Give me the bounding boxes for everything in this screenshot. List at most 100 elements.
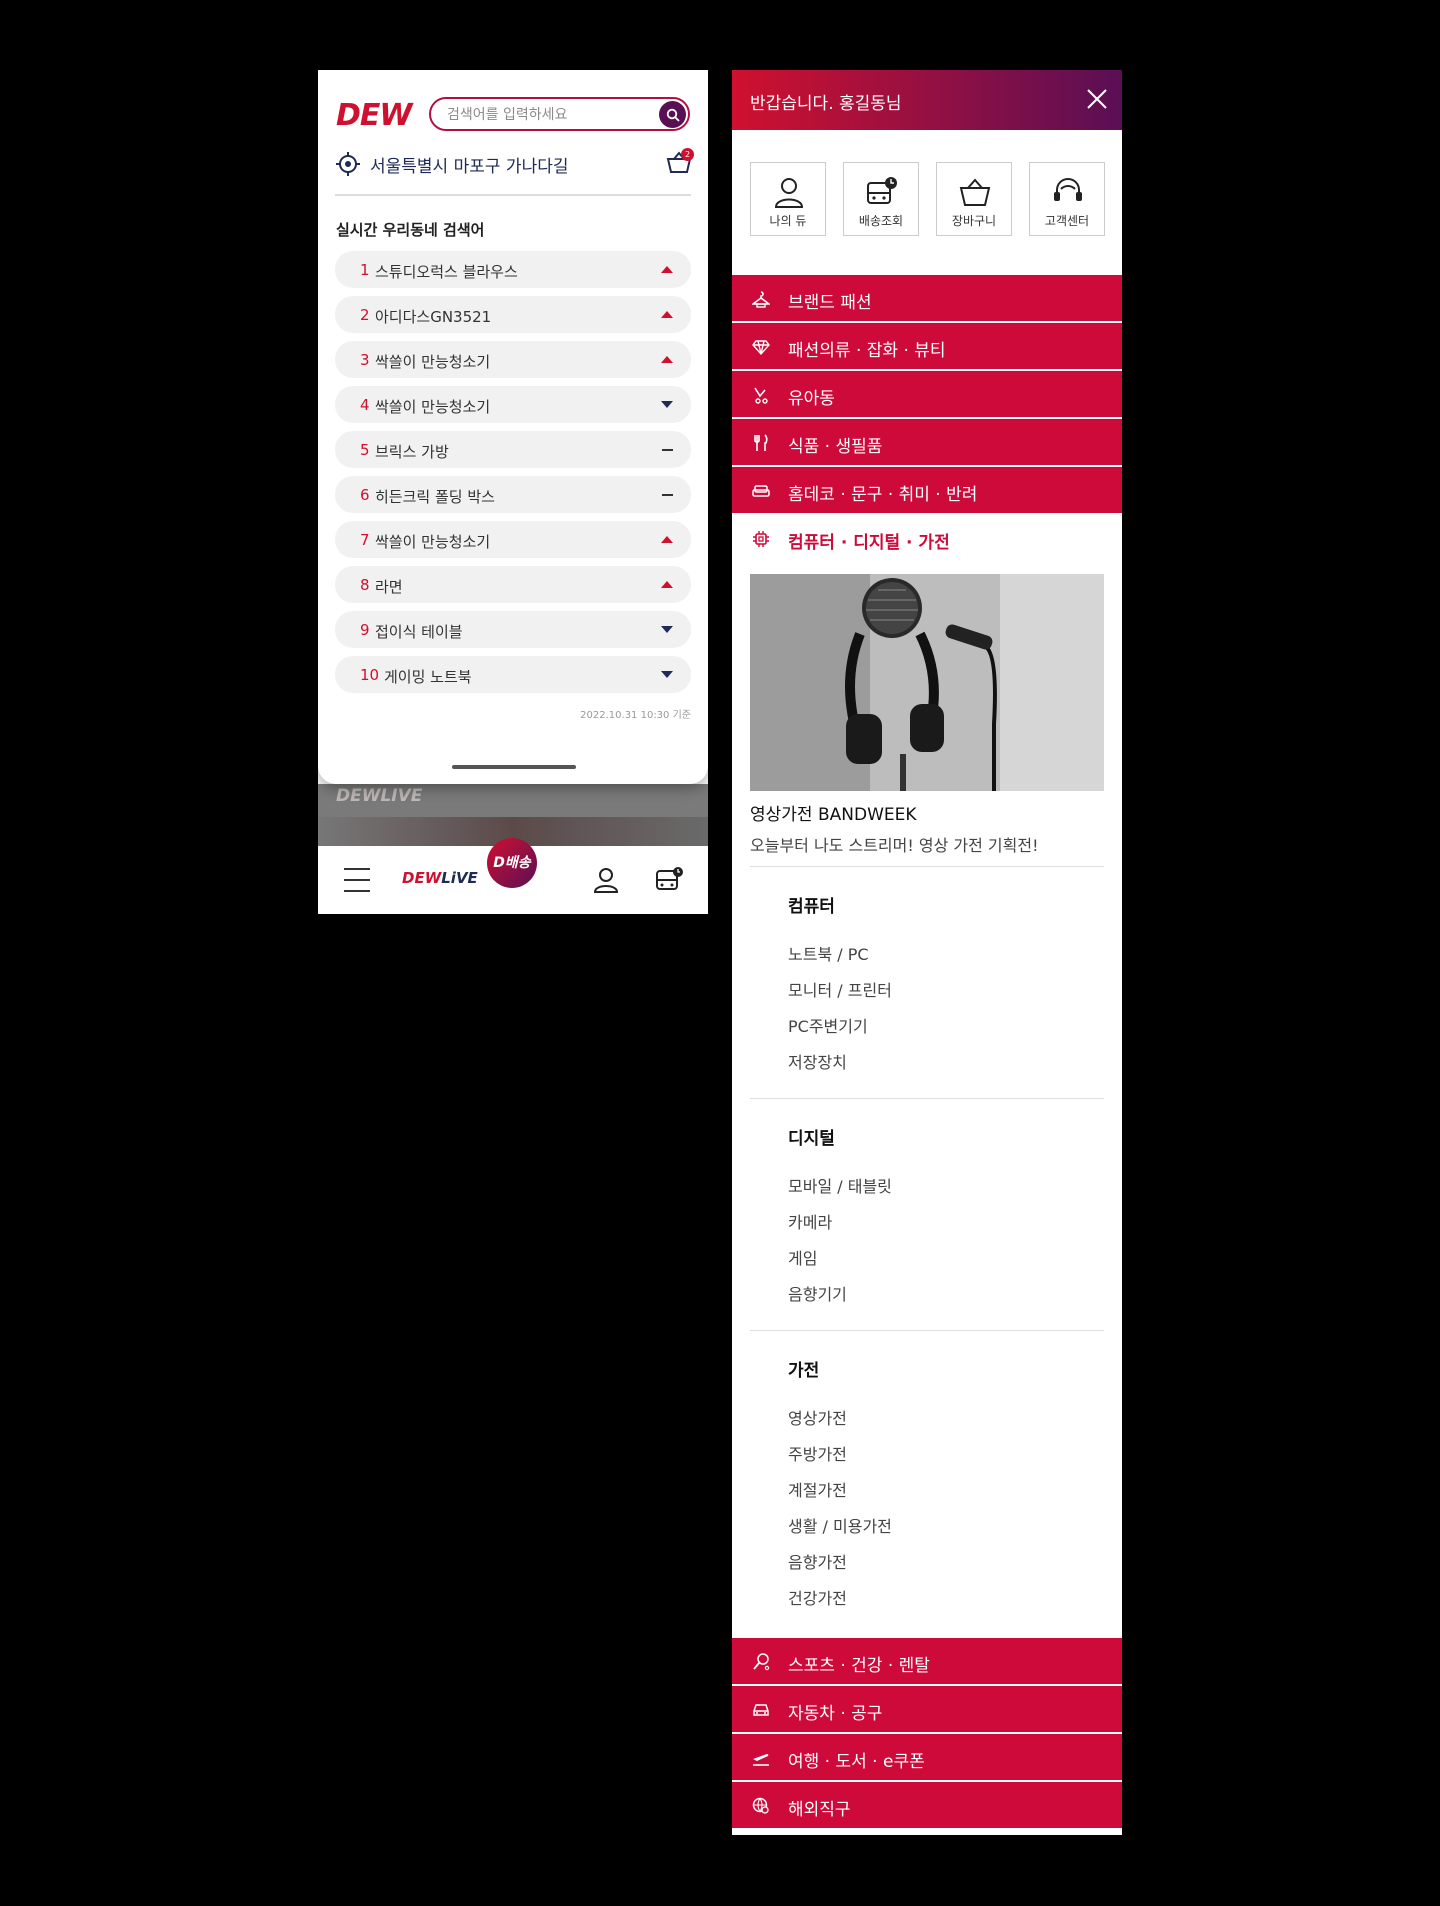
subcategory-link[interactable]: 저장장치 [788, 1049, 1104, 1085]
diamond-icon [752, 340, 770, 356]
location-text: 서울특별시 마포구 가나다길 [370, 157, 569, 177]
location-row[interactable]: 서울특별시 마포구 가나다길 2 [336, 148, 694, 178]
category-overseas[interactable]: 해외직구 [732, 1782, 1122, 1830]
subcategory-link[interactable]: 음향가전 [788, 1549, 1104, 1585]
category-label: 해외직구 [788, 1800, 851, 1820]
ranking-label: 스튜디오럭스 블라우스 [375, 263, 518, 281]
category-computer-digital[interactable]: 컴퓨터 · 디지털 · 가전 [732, 515, 1122, 563]
banner-title[interactable]: 영상가전 BANDWEEK [750, 800, 917, 825]
subcategory-link[interactable]: PC주변기기 [788, 1013, 1104, 1049]
search-box[interactable] [429, 97, 690, 131]
trend-down-icon [661, 626, 673, 633]
location-target-icon [336, 152, 360, 176]
ranking-item[interactable]: 8 라면 [335, 566, 691, 603]
ranking-number: 9 [360, 621, 370, 639]
dew-logo[interactable]: DEW [336, 98, 412, 133]
divider [750, 866, 1104, 867]
sheet-drag-handle[interactable] [452, 765, 576, 769]
my-page-tab[interactable] [592, 866, 620, 898]
category-list-top: 브랜드 패션 패션의류 · 잡화 · 뷰티 유아동 식품 · 생필품 홈데코 ·… [732, 275, 1122, 563]
bus-clock-icon [656, 867, 683, 890]
ranking-label: 접이식 테이블 [375, 623, 463, 641]
background-live-label: DEWLIVE [336, 786, 423, 806]
basket-icon [959, 178, 991, 206]
quick-label: 고객센터 [1044, 214, 1090, 228]
category-kids[interactable]: 유아동 [732, 371, 1122, 419]
category-home-hobby[interactable]: 홈데코 · 문구 · 취미 · 반려 [732, 467, 1122, 515]
subgroup-computer: 컴퓨터 노트북 / PC 모니터 / 프린터 PC주변기기 저장장치 [788, 892, 1104, 1085]
ranking-label: 싹쓸이 만능청소기 [375, 353, 491, 371]
search-button[interactable] [659, 101, 686, 128]
cart-count-badge: 2 [681, 148, 694, 161]
car-icon [753, 1704, 769, 1716]
ranking-item[interactable]: 7 싹쓸이 만능청소기 [335, 521, 691, 558]
category-sports-health[interactable]: 스포츠 · 건강 · 렌탈 [732, 1638, 1122, 1686]
subcategory-link[interactable]: 카메라 [788, 1209, 1104, 1245]
category-brand-fashion[interactable]: 브랜드 패션 [732, 275, 1122, 323]
subcategory-link[interactable]: 모바일 / 태블릿 [788, 1173, 1104, 1209]
promo-banner-image[interactable] [750, 574, 1104, 791]
quick-cart[interactable]: 장바구니 [936, 162, 1012, 236]
subcategory-link[interactable]: 영상가전 [788, 1405, 1104, 1441]
subcategory-link[interactable]: 주방가전 [788, 1441, 1104, 1477]
quick-delivery-tracking[interactable]: 배송조회 [843, 162, 919, 236]
ranking-item[interactable]: 10 게이밍 노트북 [335, 656, 691, 693]
dewlive-tab[interactable]: DEWLiVE [402, 869, 478, 887]
sofa-icon [752, 485, 770, 497]
subcategory-link[interactable]: 게임 [788, 1245, 1104, 1281]
headset-icon [1054, 178, 1082, 201]
subcategory-link[interactable]: 음향기기 [788, 1281, 1104, 1317]
trend-up-icon [661, 581, 673, 588]
ranking-item[interactable]: 5 브릭스 가방 [335, 431, 691, 468]
globe-search-icon [752, 1797, 769, 1814]
ranking-item[interactable]: 9 접이식 테이블 [335, 611, 691, 648]
trend-down-icon [661, 671, 673, 678]
menu-button[interactable] [344, 868, 370, 901]
category-car-tools[interactable]: 자동차 · 공구 [732, 1686, 1122, 1734]
close-icon [1087, 89, 1107, 109]
category-fashion-beauty[interactable]: 패션의류 · 잡화 · 뷰티 [732, 323, 1122, 371]
delivery-tracking-tab[interactable] [655, 866, 685, 898]
subcategory-link[interactable]: 계절가전 [788, 1477, 1104, 1513]
subcategory-link[interactable]: 생활 / 미용가전 [788, 1513, 1104, 1549]
category-food[interactable]: 식품 · 생필품 [732, 419, 1122, 467]
quick-label: 배송조회 [858, 214, 904, 228]
search-sheet: DEW 서울특별시 마포구 가나다길 2 실시간 우리동네 검색어 1 스튜디오럭… [318, 70, 708, 784]
subcategory-link[interactable]: 건강가전 [788, 1585, 1104, 1621]
category-travel-books[interactable]: 여행 · 도서 · e쿠폰 [732, 1734, 1122, 1782]
user-icon [593, 868, 619, 893]
trend-flat-icon [662, 446, 673, 451]
ranking-item[interactable]: 1 스튜디오럭스 블라우스 [335, 251, 691, 288]
dewlive-tab-dew: DEW [402, 869, 442, 887]
subcategory-link[interactable]: 노트북 / PC [788, 941, 1104, 977]
category-label: 컴퓨터 · 디지털 · 가전 [788, 533, 950, 553]
subgroup-title: 디지털 [788, 1129, 835, 1149]
ranking-label: 아디다스GN3521 [375, 308, 492, 326]
subcategory-link[interactable]: 모니터 / 프린터 [788, 977, 1104, 1013]
divider [750, 1098, 1104, 1099]
bus-clock-icon [867, 177, 897, 204]
ranking-number: 10 [360, 666, 380, 684]
chip-icon [753, 531, 769, 547]
ranking-number: 4 [360, 396, 370, 414]
subgroup-title: 컴퓨터 [788, 897, 835, 917]
cart-button[interactable]: 2 [666, 148, 694, 178]
ranking-item[interactable]: 6 히든크릭 폴딩 박스 [335, 476, 691, 513]
category-list-bottom: 스포츠 · 건강 · 렌탈 자동차 · 공구 여행 · 도서 · e쿠폰 해외직… [732, 1638, 1122, 1830]
ranking-item[interactable]: 4 싹쓸이 만능청소기 [335, 386, 691, 423]
category-label: 브랜드 패션 [788, 293, 872, 313]
quick-my-dew[interactable]: 나의 듀 [750, 162, 826, 236]
ranking-item[interactable]: 3 싹쓸이 만능청소기 [335, 341, 691, 378]
quick-customer-center[interactable]: 고객센터 [1029, 162, 1105, 236]
category-label: 홈데코 · 문구 · 취미 · 반려 [788, 485, 978, 505]
banner-subtitle: 오늘부터 나도 스트리머! 영상 가전 기획전! [750, 836, 1039, 855]
ranking-item[interactable]: 2 아디다스GN3521 [335, 296, 691, 333]
greeting-text: 반갑습니다. 홍길동님 [750, 94, 902, 114]
ranking-number: 5 [360, 441, 370, 459]
quick-links: 나의 듀 배송조회 장바구니 고객센터 [750, 162, 1106, 236]
close-button[interactable] [1086, 88, 1108, 114]
bottom-tab-bar: DEWLiVE D배송 [318, 838, 708, 914]
d-delivery-button[interactable]: D배송 [487, 838, 537, 888]
stroller-icon [754, 387, 768, 404]
search-input[interactable] [445, 105, 645, 125]
